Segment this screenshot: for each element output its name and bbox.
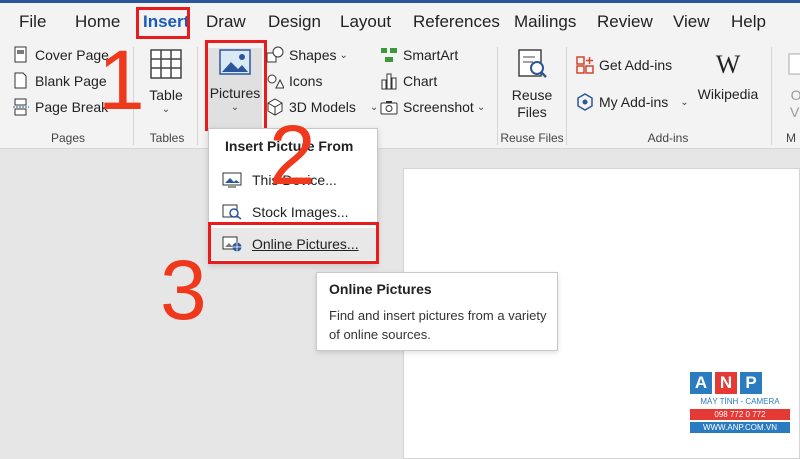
table-button[interactable]: Table ⌄ — [143, 48, 189, 115]
device-icon — [222, 171, 244, 189]
icons-icon — [266, 72, 284, 90]
chevron-down-icon: ⌄ — [339, 49, 348, 61]
files-label: Files — [517, 104, 547, 120]
online-video-icon — [787, 50, 800, 83]
table-label: Table — [149, 87, 183, 103]
chart-button[interactable]: Chart — [380, 72, 437, 90]
tab-references[interactable]: References — [413, 12, 500, 32]
chevron-down-icon: ⌄ — [161, 104, 171, 115]
screenshot-label: Screenshot — [403, 99, 474, 115]
watermark-line-1: MÁY TÍNH - CAMERA — [700, 397, 780, 406]
highlight-box-online-pictures — [208, 222, 379, 264]
icons-button[interactable]: Icons — [266, 72, 322, 90]
highlight-box-pictures — [205, 40, 267, 131]
shapes-icon — [266, 46, 284, 64]
tab-draw[interactable]: Draw — [206, 12, 246, 32]
menu-item-label: Stock Images... — [252, 204, 349, 220]
watermark-letter: A — [690, 372, 712, 394]
reuse-label: Reuse — [511, 87, 553, 103]
watermark-letter: P — [740, 372, 762, 394]
page-break-icon — [12, 98, 30, 116]
get-add-ins-button[interactable]: Get Add-ins — [576, 56, 672, 74]
watermark-line-3: WWW.ANP.COM.VN — [690, 422, 790, 433]
cover-page-button[interactable]: Cover Page — [12, 46, 109, 64]
online-video-label-1: On — [790, 87, 800, 103]
group-separator — [497, 47, 498, 145]
tab-layout[interactable]: Layout — [340, 12, 391, 32]
blank-page-icon — [12, 72, 30, 90]
blank-page-button[interactable]: Blank Page — [12, 72, 107, 90]
step-number-3: 3 — [160, 243, 207, 337]
tooltip: Online Pictures Find and insert pictures… — [316, 272, 558, 351]
my-add-ins-button[interactable]: My Add-ins ⌄ — [576, 93, 689, 111]
tooltip-body: Find and insert pictures from a variety … — [329, 308, 547, 342]
table-icon — [149, 48, 183, 83]
camera-icon — [380, 98, 398, 116]
group-separator — [771, 47, 772, 145]
step-number-1: 1 — [98, 33, 145, 127]
online-video-label-2: Vid — [790, 104, 800, 120]
page-break-button[interactable]: Page Break — [12, 98, 108, 116]
icons-label: Icons — [289, 73, 323, 89]
chart-label: Chart — [403, 73, 438, 89]
cover-page-icon — [12, 46, 30, 64]
tab-home[interactable]: Home — [75, 12, 120, 32]
wikipedia-label: Wikipedia — [697, 86, 759, 102]
chevron-down-icon: ⌄ — [369, 101, 379, 113]
watermark-letter: N — [715, 372, 737, 394]
group-separator — [197, 47, 198, 145]
chart-icon — [380, 72, 398, 90]
group-separator — [566, 47, 567, 145]
wikipedia-button[interactable]: W Wikipedia — [694, 50, 762, 103]
step-number-2: 2 — [269, 108, 316, 202]
screenshot-button[interactable]: Screenshot ⌄ — [380, 98, 485, 116]
shapes-label: Shapes — [289, 47, 337, 63]
get-add-ins-label: Get Add-ins — [599, 57, 673, 73]
blank-page-label: Blank Page — [35, 73, 107, 89]
stock-images-icon — [222, 203, 244, 221]
online-video-button[interactable]: On Vid — [780, 50, 800, 121]
wikipedia-icon: W — [715, 50, 741, 79]
my-add-ins-label: My Add-ins — [599, 94, 669, 110]
group-label-reuse-files: Reuse Files — [500, 131, 564, 145]
tab-review[interactable]: Review — [597, 12, 653, 32]
reuse-files-icon — [515, 48, 549, 83]
group-label-tables: Tables — [149, 131, 185, 145]
chevron-down-icon: ⌄ — [680, 96, 689, 108]
group-label-add-ins: Add-ins — [647, 131, 689, 145]
watermark-line-2: 098 772 0 772 — [690, 409, 790, 420]
smartart-icon — [380, 46, 398, 64]
tab-help[interactable]: Help — [731, 12, 766, 32]
group-label-pages: Pages — [50, 131, 86, 145]
tab-mailings[interactable]: Mailings — [514, 12, 576, 32]
smartart-label: SmartArt — [403, 47, 459, 63]
tab-design[interactable]: Design — [268, 12, 321, 32]
chevron-down-icon: ⌄ — [476, 101, 486, 113]
shapes-button[interactable]: Shapes ⌄ — [266, 46, 348, 64]
my-add-ins-icon — [576, 93, 594, 111]
reuse-files-button[interactable]: Reuse Files — [506, 48, 558, 121]
group-label-media: M — [786, 131, 796, 145]
tab-file[interactable]: File — [19, 12, 46, 32]
tab-view[interactable]: View — [673, 12, 710, 32]
add-ins-store-icon — [576, 56, 594, 74]
smartart-button[interactable]: SmartArt — [380, 46, 458, 64]
tooltip-title: Online Pictures — [329, 281, 432, 297]
anp-watermark-logo: A N P MÁY TÍNH - CAMERA 098 772 0 772 WW… — [690, 372, 790, 450]
